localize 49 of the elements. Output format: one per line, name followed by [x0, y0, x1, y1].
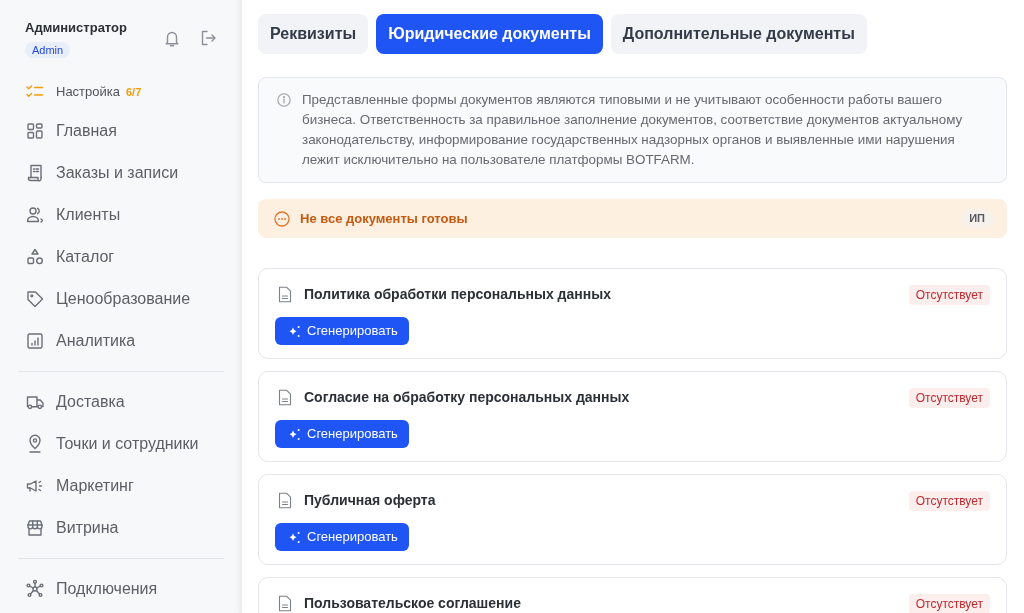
info-icon: [277, 93, 291, 107]
document-title: Пользовательское соглашение: [304, 594, 521, 613]
document-title: Согласие на обработку персональных данных: [304, 388, 630, 407]
users-icon: [25, 205, 45, 225]
status-badge: Отсутствует: [908, 284, 990, 305]
status-badge: Отсутствует: [908, 387, 990, 408]
notice-text: Представленные формы документов являются типовыми и не учитывают особенности работы вашего бизнеса. Ответственность за правильное заполнение документов, соответствие документов актуальному законодательству, информирование государственных надзорных органов и выявленные ими нарушения лежит исключительно на пользователе платформы BOTFARM.: [302, 91, 964, 169]
tab[interactable]: Дополнительные документы: [610, 14, 867, 54]
sidebar-item[interactable]: Клиенты: [18, 194, 224, 236]
sparkle-icon: [288, 324, 301, 338]
sidebar-item[interactable]: Главная: [18, 110, 224, 152]
document-icon: [278, 492, 292, 509]
sidebar-item[interactable]: Витрина: [18, 507, 224, 549]
sparkle-icon: [288, 530, 301, 544]
warning-text: Не все документы готовы: [300, 209, 468, 228]
sidebar-item[interactable]: Ценообразование: [18, 278, 224, 320]
generate-button[interactable]: Сгенерировать: [275, 420, 409, 448]
receipt-icon: [25, 163, 45, 183]
sidebar-item[interactable]: Каталог: [18, 236, 224, 278]
tag-icon: [25, 289, 45, 309]
sidebar-item[interactable]: Доставка: [18, 381, 224, 423]
tab[interactable]: Реквизиты: [258, 14, 369, 54]
user-name: Администратор: [25, 19, 127, 37]
document-title: Политика обработки персональных данных: [304, 285, 611, 304]
generate-button[interactable]: Сгенерировать: [275, 523, 409, 551]
tab[interactable]: Юридические документы: [376, 14, 603, 54]
progress-count: 6/7: [126, 84, 142, 100]
sidebar-item[interactable]: Маркетинг: [18, 465, 224, 507]
sidebar-item[interactable]: Точки и сотрудники: [18, 423, 224, 465]
network-icon: [25, 579, 45, 599]
entity-badge: ИП: [961, 209, 993, 228]
grid-icon: [25, 121, 45, 141]
pending-icon: [274, 210, 290, 227]
sidebar-item[interactable]: Подключения: [18, 568, 224, 610]
generate-button[interactable]: Сгенерировать: [275, 317, 409, 345]
role-badge: Admin: [25, 42, 71, 58]
sparkle-icon: [288, 427, 301, 441]
storefront-icon: [25, 518, 45, 538]
status-badge: Отсутствует: [908, 593, 990, 613]
setup-link[interactable]: Настройка 6/7: [18, 82, 224, 102]
status-badge: Отсутствует: [908, 490, 990, 511]
shapes-icon: [25, 247, 45, 267]
document-title: Публичная оферта: [304, 491, 436, 510]
document-icon: [278, 286, 292, 303]
document-icon: [278, 595, 292, 612]
document-icon: [278, 389, 292, 406]
sidebar-item[interactable]: Заказы и записи: [18, 152, 224, 194]
chart-icon: [25, 331, 45, 351]
sidebar-item[interactable]: Аналитика: [18, 320, 224, 362]
